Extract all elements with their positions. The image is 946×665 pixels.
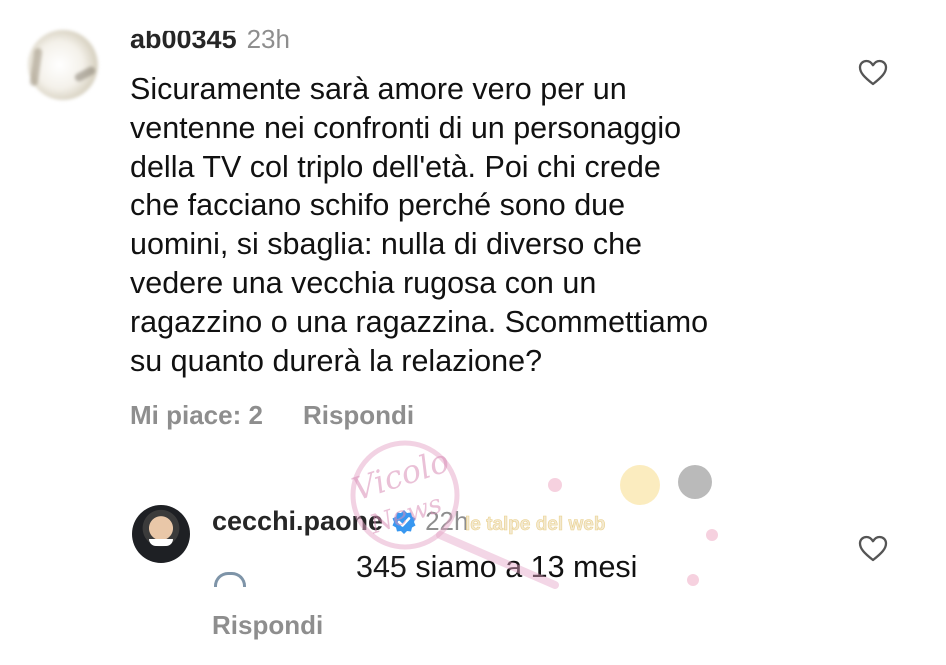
watermark-line1: Vicolo bbox=[347, 442, 453, 509]
heart-outline-icon bbox=[858, 59, 888, 86]
verified-badge-icon bbox=[391, 509, 417, 535]
watermark-character-dark bbox=[678, 465, 712, 499]
like-comment-button[interactable] bbox=[858, 58, 888, 86]
watermark-flower bbox=[548, 478, 562, 492]
watermark-flower bbox=[706, 529, 718, 541]
watermark-flower bbox=[687, 574, 699, 586]
reply-reply-button[interactable]: Rispondi bbox=[212, 610, 323, 640]
likes-count-link[interactable]: Mi piace: 2 bbox=[130, 400, 263, 431]
reply-button[interactable]: Rispondi bbox=[303, 400, 414, 431]
reply-mention-fragment[interactable]: 345 bbox=[356, 550, 407, 584]
heart-outline-icon bbox=[858, 535, 888, 562]
reply-actions: Rispondi bbox=[212, 610, 323, 641]
comment-body: Sicuramente sarà amore vero per un vente… bbox=[130, 72, 709, 378]
watermark-character-blonde bbox=[620, 465, 660, 505]
watermark-line3: le talpe del web bbox=[465, 514, 605, 535]
comment-timestamp: 23h bbox=[246, 24, 290, 54]
reply-header: cecchi.paone 22h bbox=[212, 506, 468, 537]
reply-message: siamo a 13 mesi bbox=[406, 550, 638, 584]
comment-username[interactable]: ab00345 bbox=[130, 31, 237, 55]
obscured-mention bbox=[212, 554, 352, 587]
reply-username[interactable]: cecchi.paone bbox=[212, 506, 383, 537]
comment-actions: Mi piace: 2 Rispondi bbox=[130, 400, 414, 431]
like-reply-button[interactable] bbox=[858, 534, 888, 562]
reply-timestamp: 22h bbox=[425, 506, 469, 536]
reply-body: 345 siamo a 13 mesi bbox=[212, 550, 638, 587]
commenter-avatar[interactable] bbox=[28, 30, 98, 100]
reply-avatar[interactable] bbox=[132, 505, 190, 563]
comment-header: ab00345 23h bbox=[130, 24, 290, 56]
